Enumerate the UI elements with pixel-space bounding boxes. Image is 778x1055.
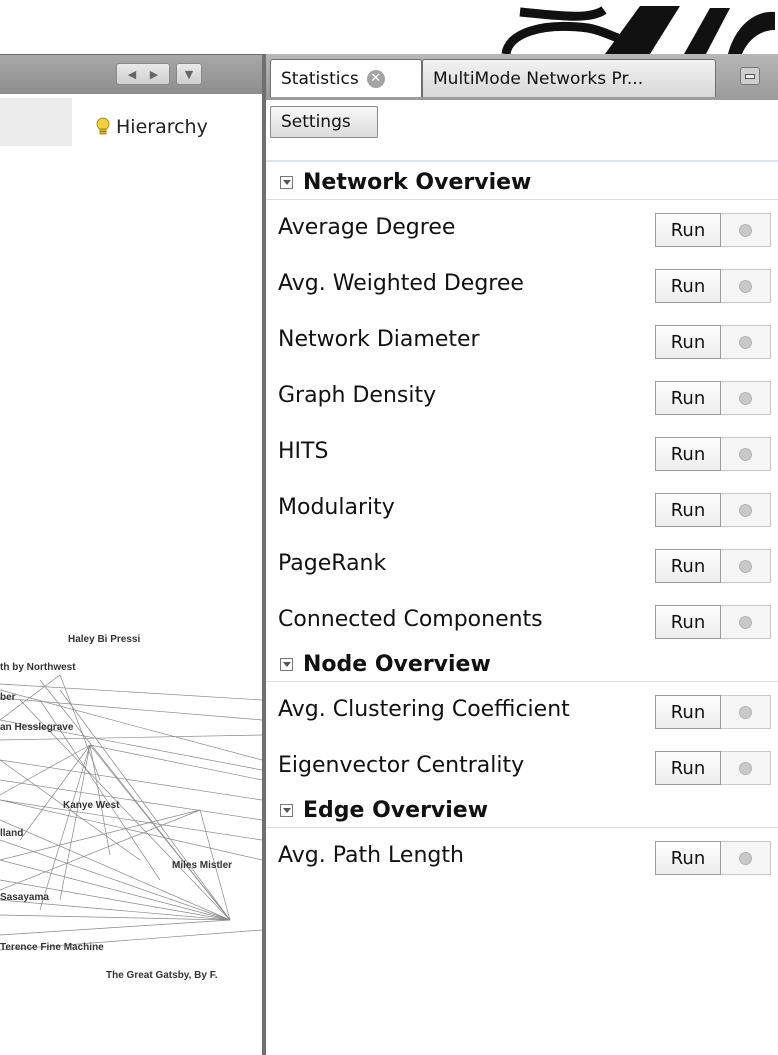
run-button[interactable]: Run bbox=[655, 437, 721, 471]
report-status-icon[interactable] bbox=[721, 549, 771, 583]
close-icon[interactable]: ✕ bbox=[366, 69, 385, 88]
run-button[interactable]: Run bbox=[655, 841, 721, 875]
report-status-icon[interactable] bbox=[721, 269, 771, 303]
statistic-row: Connected Components Run bbox=[266, 592, 778, 648]
tab-multimode-label: MultiMode Networks Pr... bbox=[433, 68, 644, 89]
statistic-label: Average Degree bbox=[278, 215, 456, 240]
hierarchy-button[interactable]: Hierarchy bbox=[96, 116, 208, 138]
statistic-label: Modularity bbox=[278, 495, 395, 520]
graph-node-label[interactable]: Sasayama bbox=[0, 892, 49, 903]
statistic-row: Graph Density Run bbox=[266, 368, 778, 424]
nav-back-forward-buttons[interactable]: ◀ ▶ bbox=[116, 63, 170, 85]
graph-panel: ◀ ▶ ▼ Hierarchy Haley Bi Pressi th by No… bbox=[0, 54, 262, 1055]
report-status-icon[interactable] bbox=[721, 695, 771, 729]
statistic-label: Avg. Path Length bbox=[278, 843, 464, 868]
collapse-toggle-icon[interactable] bbox=[280, 176, 293, 189]
graph-node-label[interactable]: an Hesslegrave bbox=[0, 722, 74, 733]
hierarchy-label: Hierarchy bbox=[116, 116, 208, 138]
statistic-label: Network Diameter bbox=[278, 327, 480, 352]
settings-label: Settings bbox=[281, 112, 351, 132]
chevron-down-icon: ▼ bbox=[184, 67, 194, 81]
logo-fragment bbox=[0, 0, 778, 54]
statistics-panel: Statistics ✕ MultiMode Networks Pr... Se… bbox=[266, 54, 778, 1055]
statistic-row: Network Diameter Run bbox=[266, 312, 778, 368]
graph-toolbar: Hierarchy bbox=[0, 94, 262, 160]
statistic-row: Avg. Path Length Run bbox=[266, 828, 778, 884]
report-status-icon[interactable] bbox=[721, 213, 771, 247]
statistic-row: Avg. Clustering Coefficient Run bbox=[266, 682, 778, 738]
section-title: Edge Overview bbox=[303, 798, 489, 823]
run-button[interactable]: Run bbox=[655, 549, 721, 583]
tab-bar: Statistics ✕ MultiMode Networks Pr... bbox=[266, 54, 778, 100]
statistic-label: HITS bbox=[278, 439, 329, 464]
report-status-icon[interactable] bbox=[721, 493, 771, 527]
statistic-row: Modularity Run bbox=[266, 480, 778, 536]
section-title: Node Overview bbox=[303, 652, 491, 677]
run-button[interactable]: Run bbox=[655, 605, 721, 639]
graph-node-label[interactable]: The Great Gatsby, By F. bbox=[106, 970, 218, 981]
statistic-label: Eigenvector Centrality bbox=[278, 753, 525, 778]
toolbar-placeholder bbox=[0, 98, 72, 146]
section-header[interactable]: Node Overview bbox=[266, 648, 778, 682]
run-button[interactable]: Run bbox=[655, 695, 721, 729]
run-button[interactable]: Run bbox=[655, 269, 721, 303]
graph-node-label[interactable]: Miles Mistler bbox=[172, 860, 232, 871]
tab-multimode-networks[interactable]: MultiMode Networks Pr... bbox=[422, 59, 716, 97]
statistic-row: Average Degree Run bbox=[266, 200, 778, 256]
statistic-label: PageRank bbox=[278, 551, 387, 576]
graph-node-label[interactable]: Haley Bi Pressi bbox=[68, 634, 140, 645]
statistic-row: HITS Run bbox=[266, 424, 778, 480]
graph-node-label[interactable]: Terence Fine Machine bbox=[0, 942, 104, 953]
chevron-left-icon[interactable]: ◀ bbox=[128, 68, 136, 81]
section-header[interactable]: Network Overview bbox=[266, 166, 778, 200]
statistic-label: Avg. Clustering Coefficient bbox=[278, 697, 570, 722]
report-status-icon[interactable] bbox=[721, 381, 771, 415]
statistic-label: Graph Density bbox=[278, 383, 437, 408]
run-button[interactable]: Run bbox=[655, 751, 721, 785]
section-title: Network Overview bbox=[303, 170, 532, 195]
statistic-row: Eigenvector Centrality Run bbox=[266, 738, 778, 794]
collapse-toggle-icon[interactable] bbox=[280, 658, 293, 671]
graph-node-label[interactable]: ber bbox=[0, 692, 16, 703]
minimize-icon[interactable] bbox=[740, 67, 760, 85]
chevron-right-icon[interactable]: ▶ bbox=[150, 68, 158, 81]
report-status-icon[interactable] bbox=[721, 325, 771, 359]
run-button[interactable]: Run bbox=[655, 325, 721, 359]
section-header[interactable]: Edge Overview bbox=[266, 794, 778, 828]
graph-node-label[interactable]: th by Northwest bbox=[0, 662, 76, 673]
statistics-list: Network Overview Average Degree Run Avg. We… bbox=[266, 166, 778, 884]
panel-dropdown-button[interactable]: ▼ bbox=[176, 63, 202, 85]
graph-panel-titlebar: ◀ ▶ ▼ bbox=[0, 54, 262, 95]
statistic-label: Connected Components bbox=[278, 607, 543, 632]
separator bbox=[266, 160, 778, 162]
graph-node-label[interactable]: Kanye West bbox=[63, 800, 120, 811]
tab-statistics[interactable]: Statistics ✕ bbox=[270, 59, 422, 97]
report-status-icon[interactable] bbox=[721, 437, 771, 471]
report-status-icon[interactable] bbox=[721, 751, 771, 785]
report-status-icon[interactable] bbox=[721, 605, 771, 639]
graph-node-label[interactable]: lland bbox=[0, 828, 23, 839]
statistic-row: PageRank Run bbox=[266, 536, 778, 592]
collapse-toggle-icon[interactable] bbox=[280, 804, 293, 817]
lightbulb-icon bbox=[96, 117, 110, 135]
graph-canvas[interactable]: Haley Bi Pressi th by Northwest ber an H… bbox=[0, 160, 262, 1055]
statistic-label: Avg. Weighted Degree bbox=[278, 271, 524, 296]
report-status-icon[interactable] bbox=[721, 841, 771, 875]
run-button[interactable]: Run bbox=[655, 493, 721, 527]
run-button[interactable]: Run bbox=[655, 381, 721, 415]
run-button[interactable]: Run bbox=[655, 213, 721, 247]
statistic-row: Avg. Weighted Degree Run bbox=[266, 256, 778, 312]
tab-statistics-label: Statistics bbox=[281, 68, 359, 89]
settings-button[interactable]: Settings bbox=[270, 106, 378, 138]
